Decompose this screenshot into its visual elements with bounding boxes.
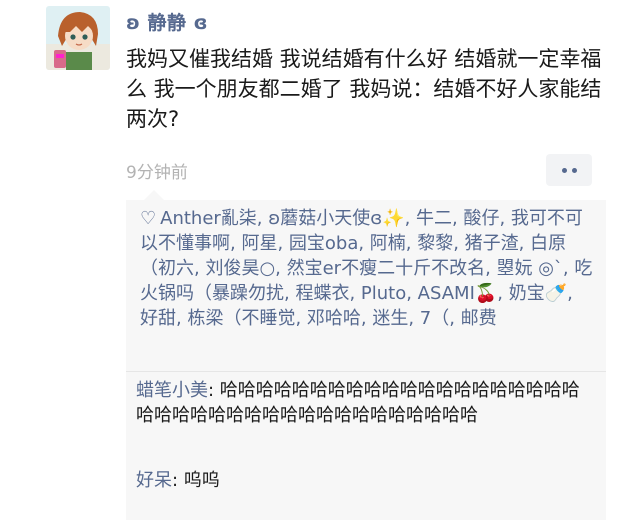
comment-item[interactable]: 蜡笔小美: 哈哈哈哈哈哈哈哈哈哈哈哈哈哈哈哈哈哈哈哈哈哈哈哈哈哈哈哈哈哈哈哈哈哈… bbox=[136, 378, 596, 428]
panel-caret bbox=[144, 190, 164, 200]
more-dot-icon bbox=[561, 167, 567, 173]
likes-list: ♡ Anther亂柒, ʚ蘑菇小天使ɞ✨, 牛二, 酸仔, 我可不可以不懂事啊, … bbox=[140, 206, 596, 331]
comment-author[interactable]: 好呆 bbox=[136, 470, 172, 491]
post-author[interactable]: ʚ 静静 ɞ bbox=[126, 8, 208, 35]
comment-item[interactable]: 好呆: 呜呜 bbox=[136, 468, 596, 493]
likes-divider bbox=[126, 371, 606, 372]
comment-author[interactable]: 蜡笔小美 bbox=[136, 380, 208, 401]
more-options-button[interactable] bbox=[546, 154, 592, 186]
more-dot-icon bbox=[571, 167, 577, 173]
heart-icon: ♡ bbox=[140, 208, 157, 229]
comment-item-partial[interactable] bbox=[136, 502, 596, 514]
post-time: 9分钟前 bbox=[126, 163, 188, 183]
interaction-panel: ♡ Anther亂柒, ʚ蘑菇小天使ɞ✨, 牛二, 酸仔, 我可不可以不懂事啊, … bbox=[126, 190, 606, 520]
avatar[interactable] bbox=[46, 6, 110, 70]
comment-text: 呜呜 bbox=[183, 470, 220, 491]
post-text: 我妈又催我结婚 我说结婚有什么好 结婚就一定幸福么 我一个朋友都二婚了 我妈说：… bbox=[126, 47, 602, 131]
likes-names[interactable]: Anther亂柒, ʚ蘑菇小天使ɞ✨, 牛二, 酸仔, 我可不可以不懂事啊, 阿… bbox=[140, 208, 592, 329]
